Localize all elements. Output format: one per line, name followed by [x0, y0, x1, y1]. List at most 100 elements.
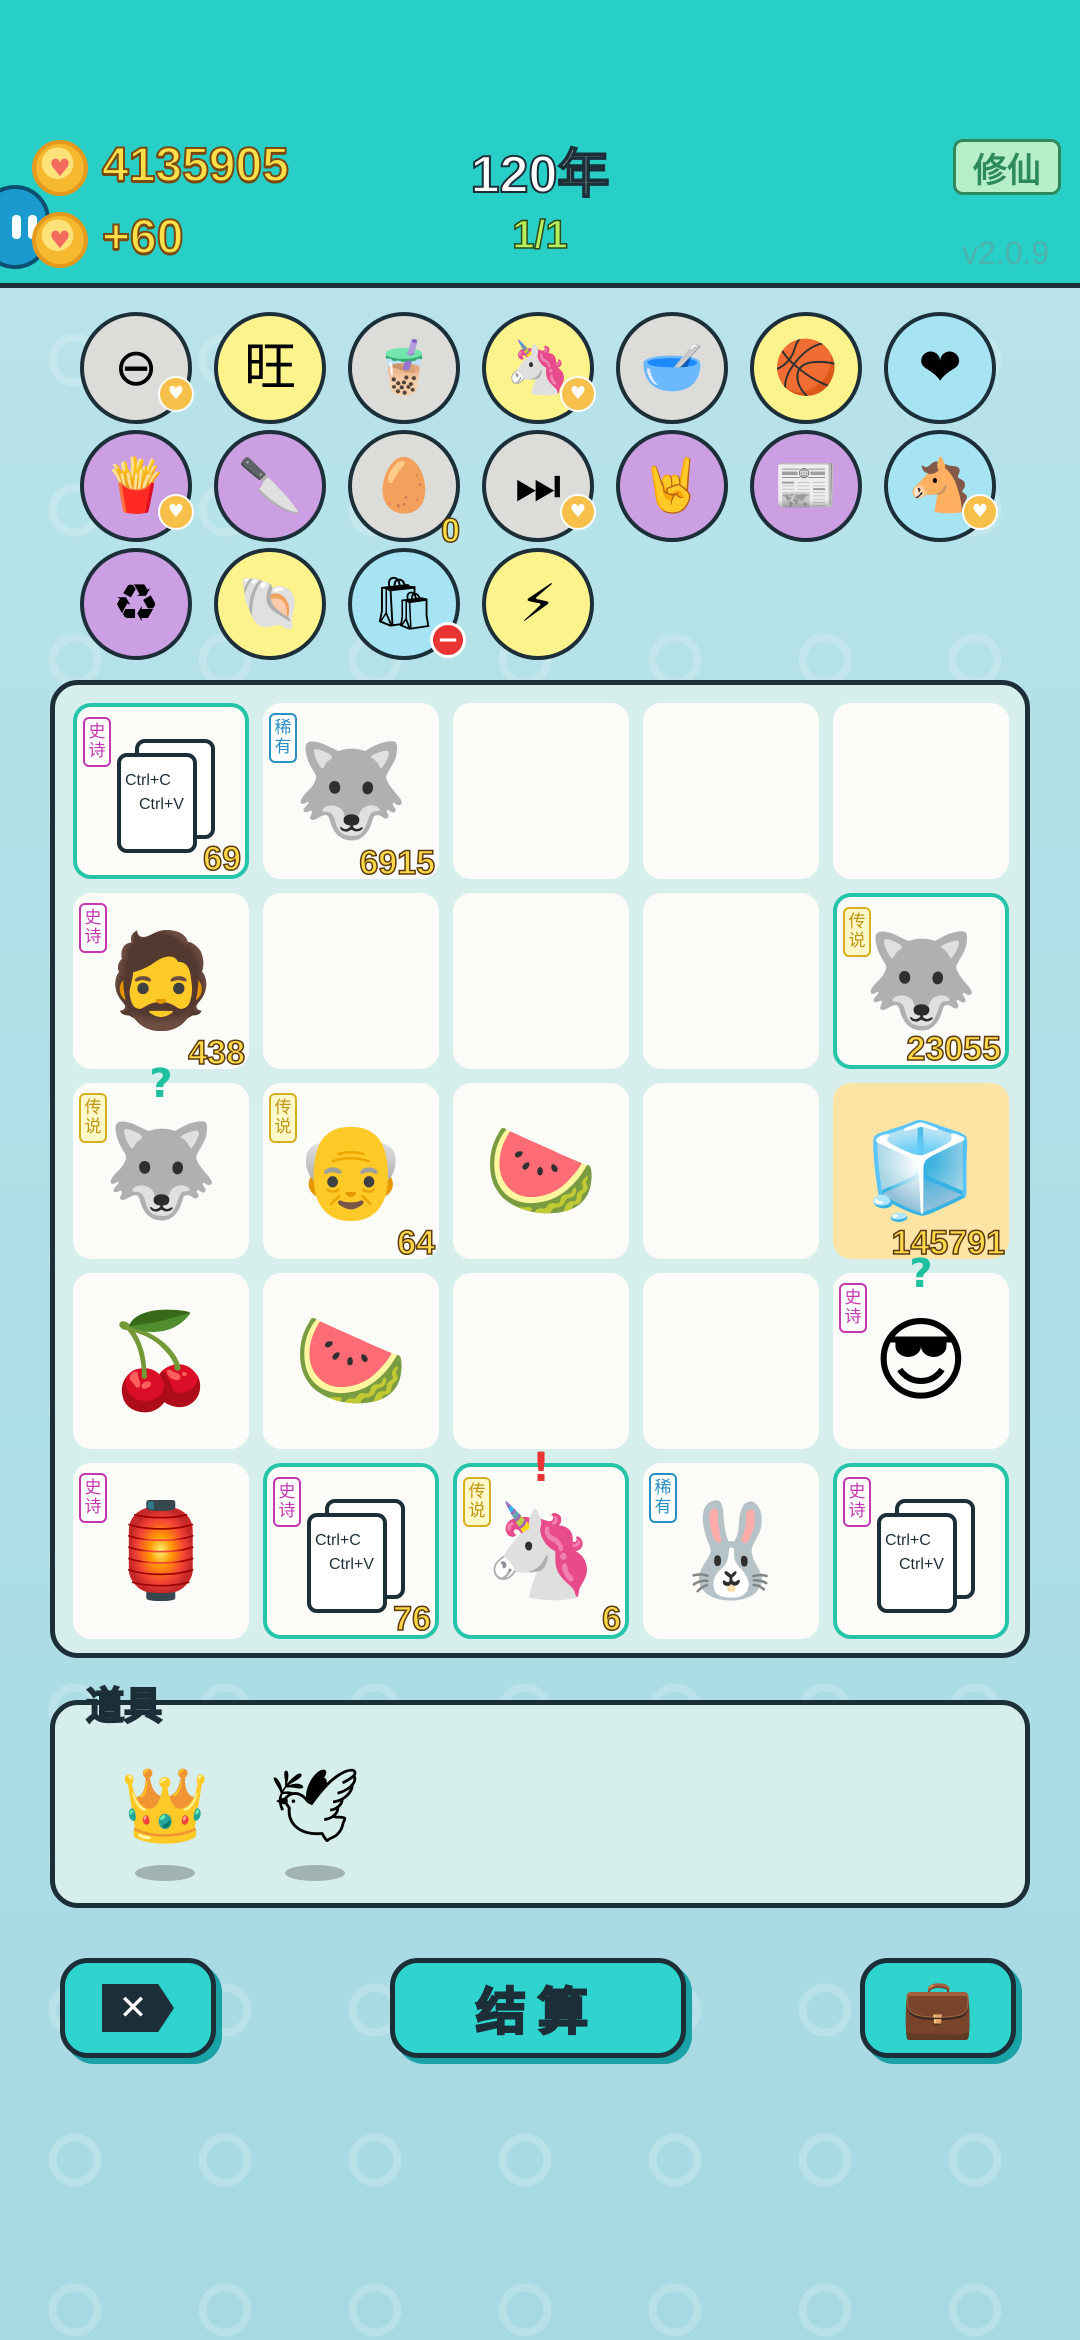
board-cell-fridge[interactable]: 🧊 145791 [833, 1083, 1009, 1263]
card-text: Ctrl+V [329, 1556, 374, 1573]
cleaver-icon[interactable]: 🔪 [214, 430, 326, 542]
item-count: 0 [440, 512, 460, 550]
cell-value: 64 [396, 1223, 435, 1263]
time-magazine-icon[interactable]: 📰 [750, 430, 862, 542]
remove-badge-icon[interactable]: − [430, 622, 466, 658]
copy-paste-card-icon: Ctrl+C Ctrl+V [307, 1499, 405, 1615]
item-glyph: 📰 [773, 456, 839, 516]
board-cell-empty[interactable] [643, 1083, 819, 1259]
board-cell-empty[interactable] [643, 1273, 819, 1449]
shell-icon[interactable]: 🐚 [214, 548, 326, 660]
heart-badge-icon: ♥ [560, 376, 596, 412]
coin-icon: ♥ [32, 212, 88, 268]
coin-icon: ♥ [32, 140, 88, 196]
watermelon-icon: 🍉 [483, 1117, 599, 1224]
item-glyph: 🥣 [639, 338, 705, 398]
rarity-tag: 史诗 [79, 903, 107, 953]
wang-dice-icon[interactable]: 旺 [214, 312, 326, 424]
item-glyph: 🧋 [371, 338, 437, 398]
board-cell-crowned-husky[interactable]: 🐺 传说 23055 [833, 893, 1009, 1069]
item-glyph: ⊖ [114, 338, 158, 398]
copy-paste-card-icon: Ctrl+C Ctrl+V [877, 1499, 975, 1615]
coin-balance: 4135905 [101, 138, 290, 193]
item-glyph: ⏭ [514, 456, 562, 516]
item-glyph: 旺 [243, 338, 296, 398]
board-cell-rich-grandpa[interactable]: 👴 传说 64 [263, 1083, 439, 1263]
board-cell-empty[interactable] [453, 703, 629, 879]
board-cell-watermelon[interactable]: 🍉 [453, 1083, 629, 1259]
cell-value: 69 [202, 839, 241, 879]
round-progress: 1/1 [511, 212, 568, 258]
board-cell-empty[interactable] [453, 1273, 629, 1449]
rarity-tag: 稀有 [269, 713, 297, 763]
card-front: Ctrl+C Ctrl+V [877, 1513, 957, 1613]
rarity-tag: 传说 [843, 907, 871, 957]
coin-income: +60 [101, 210, 184, 265]
item-glyph: ❤ [918, 338, 962, 398]
board-cell-crowned-husky[interactable]: 🐺 传说? [73, 1061, 249, 1259]
item-glyph: ♻ [112, 574, 160, 634]
recycle-icon[interactable]: ♻ [80, 548, 192, 660]
item-collection: ⊖ ♥ 旺 🧋 🦄 ♥ 🥣 🏀 ❤ 🍟 ♥ 🔪 🥚 0 ⏭ ♥ 🤘 📰 🐴 ♥ ♻ 🐚 🛍 − ⚡ [80, 312, 1080, 662]
item-glyph: 🐚 [237, 574, 303, 634]
trash-bag-icon[interactable]: 🛍 − [348, 548, 466, 660]
board-cell-copy-paste-card[interactable]: Ctrl+C Ctrl+V 史诗 [833, 1463, 1009, 1639]
prop-shadow [135, 1865, 195, 1881]
dove-icon[interactable]: 🕊 [260, 1765, 370, 1881]
board-cell-sunglasses-man[interactable]: 😎 史诗? [833, 1251, 1009, 1449]
board-cell-unicorn[interactable]: 🦄 传说 6! [453, 1445, 629, 1639]
crown-icon[interactable]: 👑 [110, 1765, 220, 1881]
cell-value: 6 [601, 1599, 621, 1639]
board-cell-rabbit[interactable]: 🐰 稀有 [643, 1463, 819, 1639]
lightning-icon[interactable]: ⚡ [482, 548, 594, 660]
rarity-tag: 稀有 [649, 1473, 677, 1523]
inventory-button[interactable]: 💼 [860, 1958, 1016, 2058]
card-front: Ctrl+C Ctrl+V [117, 753, 197, 853]
board-cell-empty[interactable] [833, 703, 1009, 879]
close-button[interactable]: ✕ [60, 1958, 216, 2058]
unicorn-icon[interactable]: 🦄 ♥ [482, 312, 596, 424]
watermelon-icon: 🍉 [293, 1307, 409, 1414]
item-glyph: ⚡ [519, 574, 557, 634]
egg-tray-icon[interactable]: 🥚 0 [348, 430, 461, 549]
year-counter: 120年 [470, 145, 611, 205]
heart-badge-icon: ♥ [560, 494, 596, 530]
board-cell-watermelon[interactable]: 🍉 [263, 1273, 439, 1449]
board-cell-copy-paste-card[interactable]: Ctrl+C Ctrl+V 史诗 76 [263, 1463, 439, 1639]
french-fries-icon[interactable]: 🍟 ♥ [80, 430, 194, 542]
props-title: 道具 [85, 1683, 163, 1729]
settle-button[interactable]: 结算 [390, 1958, 686, 2058]
board-cell-husky[interactable]: 🐺 稀有 6915 [263, 703, 439, 883]
heart-badge-icon: ♥ [158, 494, 194, 530]
version-label: v2.0.9 [962, 235, 1050, 271]
xiuxian-button[interactable]: 修仙 [953, 139, 1061, 195]
rarity-tag: 史诗 [273, 1477, 301, 1527]
heart-blood-bag-icon[interactable]: ❤ [884, 312, 996, 424]
item-glyph: 🏀 [773, 338, 839, 398]
bubble-tea-icon[interactable]: 🧋 [348, 312, 460, 424]
board-cell-cherries[interactable]: 🍒 [73, 1273, 249, 1449]
twin-unicorns-icon[interactable]: 🐴 ♥ [884, 430, 998, 542]
card-text: Ctrl+V [139, 796, 184, 813]
top-status-bar: ♥ 4135905 ♥ +60 120年 1/1 修仙 v2.0.9 [0, 0, 1080, 288]
no-entry-icon[interactable]: ⊖ ♥ [80, 312, 194, 424]
slot-board: Ctrl+C Ctrl+V 史诗 69 🐺 稀有 6915 🧔 史诗 438 🐺 传说 23055 🐺 传说… [50, 680, 1030, 1658]
basketballs-icon[interactable]: 🏀 [750, 312, 862, 424]
rock-hand-icon[interactable]: 🤘 [616, 430, 728, 542]
cell-value: 76 [392, 1599, 431, 1639]
card-text: Ctrl+C [125, 772, 171, 789]
skip-icon[interactable]: ⏭ ♥ [482, 430, 596, 542]
board-cell-bearded-old-man[interactable]: 🧔 史诗 438 [73, 893, 249, 1073]
dog-bowl-icon[interactable]: 🥣 [616, 312, 728, 424]
board-cell-copy-paste-card[interactable]: Ctrl+C Ctrl+V 史诗 69 [73, 703, 249, 879]
cell-value: 23055 [906, 1029, 1002, 1069]
copy-paste-card-icon: Ctrl+C Ctrl+V [117, 739, 215, 855]
board-cell-empty[interactable] [453, 893, 629, 1069]
card-text: Ctrl+C [315, 1532, 361, 1549]
board-cell-empty[interactable] [643, 893, 819, 1069]
board-cell-empty[interactable] [643, 703, 819, 879]
board-cell-empty[interactable] [263, 893, 439, 1069]
board-cell-rabbit-house[interactable]: 🏮 史诗 [73, 1463, 249, 1639]
prop-shadow [285, 1865, 345, 1881]
props-panel: 👑 🕊 [50, 1700, 1030, 1908]
